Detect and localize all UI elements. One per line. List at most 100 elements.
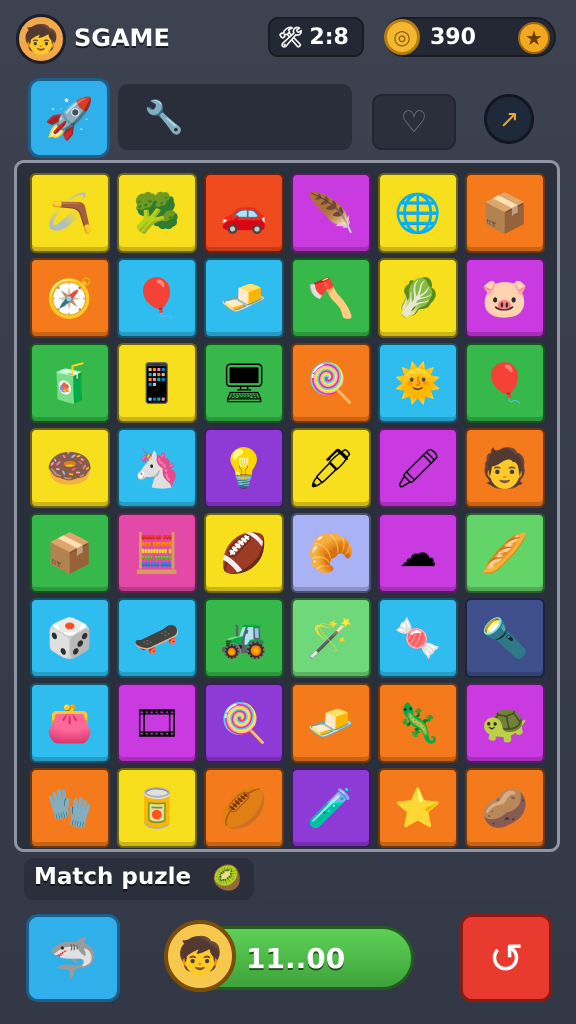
tile-item-icon: 🍭 <box>220 700 268 745</box>
tile[interactable]: 🥫 <box>117 768 197 848</box>
tile[interactable]: 🎈 <box>117 258 197 338</box>
tile[interactable]: 🧑 <box>465 428 545 508</box>
restart-icon: ↺ <box>488 933 524 983</box>
tile-item-icon: 🥔 <box>481 785 529 830</box>
tile[interactable]: 📦 <box>30 513 110 593</box>
shark-powerup-button[interactable]: 🦈 <box>26 914 120 1002</box>
tile[interactable]: 🧤 <box>30 768 110 848</box>
player-avatar-icon: 🧒 <box>23 22 59 56</box>
timer-value: 2:8 <box>309 24 349 50</box>
tile[interactable]: 🧪 <box>291 768 371 848</box>
bottom-bar: 🦈 🧒 11..00 ↺ <box>0 910 576 1024</box>
tile-item-icon: 🥫 <box>133 785 181 830</box>
tile[interactable]: 🍬 <box>378 598 458 678</box>
tile-item-icon: 🚗 <box>220 190 268 235</box>
tile-item-icon: 🪄 <box>307 615 355 660</box>
tile-item-icon: 🧪 <box>307 785 355 830</box>
label-bar-extension <box>258 858 552 900</box>
tile[interactable]: 🧈 <box>291 683 371 763</box>
tile[interactable]: 🧃 <box>30 343 110 423</box>
tile[interactable]: 🥖 <box>465 513 545 593</box>
score-avatar-icon: 🧒 <box>177 936 223 977</box>
tile[interactable]: 🧈 <box>204 258 284 338</box>
tile-item-icon: 🌐 <box>394 190 442 235</box>
add-coins-button[interactable]: ★ <box>518 22 550 54</box>
level-label: Match puzle <box>34 864 192 890</box>
tile[interactable]: 🥔 <box>465 768 545 848</box>
tile-item-icon: 🏉 <box>220 785 268 830</box>
tile[interactable]: 🐢 <box>465 683 545 763</box>
heart-slot-button[interactable]: ♡ <box>372 94 456 150</box>
kiwi-icon: 🥝 <box>212 864 242 892</box>
tile-item-icon: 🖍 <box>393 445 443 490</box>
compass-button[interactable]: ↗ <box>484 94 534 144</box>
tile[interactable]: 🪶 <box>291 173 371 253</box>
tile[interactable]: 🖊 <box>291 428 371 508</box>
tile[interactable]: 🎈 <box>465 343 545 423</box>
tool-row: 🚀 🔧 ♡ ↗ <box>0 78 576 158</box>
tile[interactable]: 🍭 <box>291 343 371 423</box>
tile-item-icon: 🧑 <box>481 445 529 490</box>
tile-item-icon: 🍩 <box>46 445 94 490</box>
tile-item-icon: 🌞 <box>394 360 442 405</box>
tile[interactable]: 🎞 <box>117 683 197 763</box>
tile-item-icon: 🥦 <box>133 190 181 235</box>
coin-value: 390 <box>430 24 476 50</box>
tile-item-icon: 💡 <box>220 445 268 490</box>
tile-item-icon: 📱 <box>133 360 181 405</box>
tile[interactable]: 🥐 <box>291 513 371 593</box>
compass-needle-icon: ↗ <box>498 105 520 133</box>
tile[interactable]: 🌐 <box>378 173 458 253</box>
tile-item-icon: ⭐ <box>394 785 442 830</box>
tile[interactable]: 🐷 <box>465 258 545 338</box>
tile[interactable]: 🛹 <box>117 598 197 678</box>
tile[interactable]: ⭐ <box>378 768 458 848</box>
tile-item-icon: 🍬 <box>394 615 442 660</box>
tile-item-icon: 🦎 <box>394 700 442 745</box>
tile[interactable]: 🦄 <box>117 428 197 508</box>
tile[interactable]: 🚗 <box>204 173 284 253</box>
tile[interactable]: 💡 <box>204 428 284 508</box>
coin-counter: ◎ 390 ★ <box>384 17 556 57</box>
tile[interactable]: 📦 <box>465 173 545 253</box>
tile-item-icon: 🥖 <box>481 530 529 575</box>
tile-item-icon: 🎞 <box>132 700 182 745</box>
tile[interactable]: 🧭 <box>30 258 110 338</box>
tile-item-icon: 🎈 <box>133 275 181 320</box>
tile[interactable]: 🔦 <box>465 598 545 678</box>
tile[interactable]: 🍭 <box>204 683 284 763</box>
player-avatar[interactable]: 🧒 <box>16 14 66 64</box>
tile[interactable]: 👛 <box>30 683 110 763</box>
tile-item-icon: 🎲 <box>46 615 94 660</box>
tile[interactable]: 🏉 <box>204 768 284 848</box>
tile[interactable]: 🍩 <box>30 428 110 508</box>
tile-item-icon: 🏈 <box>220 530 268 575</box>
tile[interactable]: 🎲 <box>30 598 110 678</box>
tile[interactable]: 🪄 <box>291 598 371 678</box>
tile[interactable]: 🏈 <box>204 513 284 593</box>
tool-tray: 🔧 <box>118 84 352 150</box>
tile[interactable]: 🦎 <box>378 683 458 763</box>
rocket-powerup-button[interactable]: 🚀 <box>28 78 110 158</box>
score-avatar: 🧒 <box>164 920 236 992</box>
tile[interactable]: 🖥 <box>204 343 284 423</box>
shark-icon: 🦈 <box>48 935 98 982</box>
tile-item-icon: 🪓 <box>307 275 355 320</box>
tile-item-icon: 🦄 <box>133 445 181 490</box>
tile[interactable]: 📱 <box>117 343 197 423</box>
tile[interactable]: 🥬 <box>378 258 458 338</box>
tile[interactable]: 🪓 <box>291 258 371 338</box>
tile[interactable]: 🪃 <box>30 173 110 253</box>
tile[interactable]: 🥦 <box>117 173 197 253</box>
tile[interactable]: 🌞 <box>378 343 458 423</box>
restart-button[interactable]: ↺ <box>460 914 552 1002</box>
tile[interactable]: ☁ <box>378 513 458 593</box>
tile[interactable]: 🚜 <box>204 598 284 678</box>
tile-item-icon: 🎈 <box>481 360 529 405</box>
tile[interactable]: 🖍 <box>378 428 458 508</box>
tile[interactable]: 🧮 <box>117 513 197 593</box>
top-bar: 🧒 SGAME 🛠 2:8 ◎ 390 ★ <box>0 0 576 78</box>
wrench-powerup-icon[interactable]: 🔧 <box>144 98 184 136</box>
tile-item-icon: 📦 <box>46 530 94 575</box>
heart-icon: ♡ <box>400 104 428 140</box>
